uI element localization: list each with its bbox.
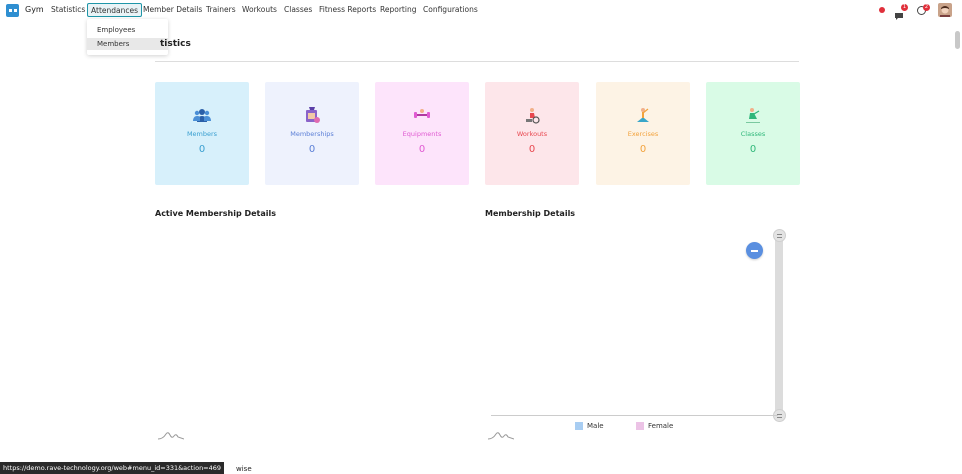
- chart-baseline: [491, 415, 778, 416]
- activity-badge: 2: [923, 4, 930, 11]
- card-label: Classes: [740, 130, 766, 138]
- app-grid-icon[interactable]: [6, 4, 19, 17]
- card-value: 0: [418, 144, 426, 155]
- card-memberships[interactable]: Memberships 0: [265, 82, 359, 185]
- card-workouts[interactable]: Workouts 0: [485, 82, 579, 185]
- nav-reporting[interactable]: Reporting: [380, 5, 416, 14]
- slider-top-handle[interactable]: [773, 229, 786, 242]
- app-name[interactable]: Gym: [25, 5, 44, 14]
- nav-attendances[interactable]: Attendances: [87, 3, 143, 17]
- legend-swatch: [636, 422, 644, 430]
- legend-label: Female: [648, 422, 674, 430]
- zoom-out-button[interactable]: [746, 242, 763, 259]
- legend-label: Male: [587, 422, 604, 430]
- card-label: Exercises: [627, 130, 659, 138]
- legend-male[interactable]: Male: [575, 422, 604, 430]
- chart-logo-icon: [158, 432, 184, 440]
- chart-zoom-slider[interactable]: [775, 236, 783, 416]
- dropdown-item-members[interactable]: Members: [87, 38, 168, 50]
- card-label: Members: [186, 130, 218, 138]
- nav-member-details[interactable]: Member Details: [143, 5, 202, 14]
- card-value: 0: [308, 144, 316, 155]
- chat-badge: 1: [901, 4, 908, 11]
- page-scrollbar[interactable]: [955, 31, 960, 49]
- nav-statistics[interactable]: Statistics: [51, 5, 85, 14]
- card-classes[interactable]: Classes 0: [706, 82, 800, 185]
- chart-logo-icon: [488, 432, 514, 440]
- exercise-icon: [634, 106, 652, 124]
- workout-bike-icon: [523, 106, 541, 124]
- dumbbell-icon: [413, 106, 431, 124]
- nav-trainers[interactable]: Trainers: [206, 5, 236, 14]
- title-divider: [155, 61, 799, 62]
- memberships-icon: [303, 106, 321, 124]
- attendances-dropdown: Employees Members: [87, 19, 168, 55]
- card-value: 0: [198, 144, 206, 155]
- top-navbar: Gym Statistics Attendances Member Detail…: [0, 0, 962, 21]
- membership-details-title: Membership Details: [485, 209, 576, 218]
- partial-section-text: wise: [236, 465, 252, 473]
- nav-fitness-reports[interactable]: Fitness Reports: [319, 5, 376, 14]
- card-value: 0: [639, 144, 647, 155]
- recording-indicator-icon[interactable]: [879, 7, 885, 13]
- card-value: 0: [528, 144, 536, 155]
- legend-female[interactable]: Female: [636, 422, 673, 430]
- page-title: tistics: [160, 39, 191, 49]
- card-label: Workouts: [516, 130, 548, 138]
- card-members[interactable]: Members 0: [155, 82, 249, 185]
- card-equipments[interactable]: Equipments 0: [375, 82, 469, 185]
- yoga-icon: [744, 106, 762, 124]
- nav-workouts[interactable]: Workouts: [242, 5, 277, 14]
- legend-swatch: [575, 422, 583, 430]
- user-avatar[interactable]: [938, 3, 952, 17]
- card-value: 0: [749, 144, 757, 155]
- card-exercises[interactable]: Exercises 0: [596, 82, 690, 185]
- nav-classes[interactable]: Classes: [284, 5, 312, 14]
- status-bar-url: https://demo.rave-technology.org/web#men…: [0, 462, 225, 474]
- active-membership-title: Active Membership Details: [155, 209, 276, 218]
- card-label: Equipments: [402, 130, 442, 138]
- members-icon: [193, 106, 211, 124]
- card-label: Memberships: [290, 130, 334, 138]
- dropdown-item-employees[interactable]: Employees: [87, 24, 168, 36]
- nav-configurations[interactable]: Configurations: [423, 5, 478, 14]
